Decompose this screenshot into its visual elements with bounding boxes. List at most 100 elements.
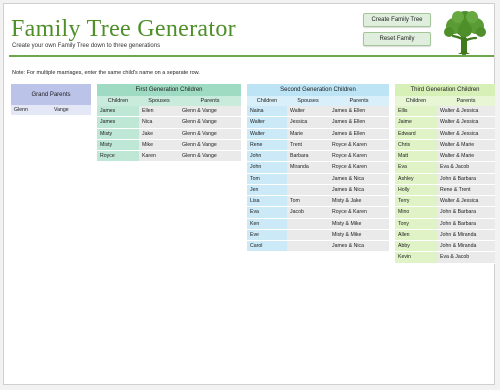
table-cell[interactable]: Trent xyxy=(287,139,329,151)
title-divider xyxy=(9,55,494,57)
table-cell[interactable]: Terry xyxy=(395,196,437,208)
table-cell[interactable]: Walter xyxy=(247,117,287,129)
grand-parent-cell[interactable]: Glenn xyxy=(11,105,51,116)
table-cell[interactable]: Naina xyxy=(247,106,287,118)
table-cell[interactable]: Tom xyxy=(287,196,329,208)
table-cell[interactable]: Glenn & Vange xyxy=(179,106,241,118)
table-cell[interactable]: Walter xyxy=(287,106,329,118)
table-cell[interactable]: James & Ellen xyxy=(329,106,389,118)
table-cell[interactable]: Karen xyxy=(139,151,179,163)
table-cell[interactable]: Mike xyxy=(139,139,179,151)
table-cell[interactable]: Rene xyxy=(247,139,287,151)
table-cell[interactable] xyxy=(287,229,329,241)
table-cell[interactable] xyxy=(287,184,329,196)
table-cell[interactable]: Walter & Jessica xyxy=(437,106,495,118)
column-header-spouses: Spouses xyxy=(139,96,179,106)
table-cell[interactable] xyxy=(287,218,329,230)
table-cell[interactable]: Edward xyxy=(395,128,437,140)
table-cell[interactable]: Misty & Mike xyxy=(329,229,389,241)
table-cell[interactable]: Mino xyxy=(395,207,437,219)
table-cell[interactable]: John & Barbara xyxy=(437,207,495,219)
table-cell[interactable]: Glenn & Vange xyxy=(179,151,241,163)
table-cell[interactable]: Glenn & Vange xyxy=(179,117,241,129)
table-cell[interactable]: Tony xyxy=(395,218,437,230)
table-cell[interactable]: Royce xyxy=(97,151,139,163)
table-cell[interactable]: Eve xyxy=(247,229,287,241)
table-cell[interactable]: Glenn & Vange xyxy=(179,128,241,140)
table-cell[interactable]: Royce & Karen xyxy=(329,151,389,163)
table-row: Kevin Eva & Jacob xyxy=(395,252,495,264)
table-cell[interactable]: Ellis xyxy=(395,106,437,118)
table-cell[interactable]: James & Ellen xyxy=(329,117,389,129)
table-cell[interactable]: John & Miranda xyxy=(437,241,495,253)
table-row: Edward Walter & Jessica xyxy=(395,128,495,140)
table-cell[interactable]: Misty & Jake xyxy=(329,196,389,208)
table-cell[interactable]: Abby xyxy=(395,241,437,253)
table-cell[interactable]: John & Barbara xyxy=(437,173,495,185)
table-row: Chris Walter & Marie xyxy=(395,139,495,151)
table-cell[interactable]: Allen xyxy=(395,229,437,241)
table-cell[interactable]: Royce & Karen xyxy=(329,207,389,219)
table-cell[interactable]: Eva xyxy=(247,207,287,219)
table-cell[interactable]: Carol xyxy=(247,241,287,253)
second-generation-table: Second Generation Children Children Spou… xyxy=(247,84,389,253)
table-cell[interactable]: Walter & Jessica xyxy=(437,128,495,140)
table-cell[interactable]: Nica xyxy=(139,117,179,129)
table-cell[interactable]: Eva xyxy=(395,162,437,174)
table-row: Allen John & Miranda xyxy=(395,229,495,241)
table-cell[interactable]: Royce & Karen xyxy=(329,162,389,174)
table-cell[interactable]: Eva & Jacob xyxy=(437,162,495,174)
table-row: Mino John & Barbara xyxy=(395,207,495,219)
table-cell[interactable]: John xyxy=(247,162,287,174)
table-cell[interactable]: James & Nica xyxy=(329,241,389,253)
table-cell[interactable]: Jacob xyxy=(287,207,329,219)
table-cell[interactable]: Marie xyxy=(287,128,329,140)
table-cell[interactable]: Lisa xyxy=(247,196,287,208)
table-cell[interactable]: Ashley xyxy=(395,173,437,185)
table-cell[interactable]: Kevin xyxy=(395,252,437,264)
table-row: Rene Trent Royce & Karen xyxy=(247,139,389,151)
table-cell[interactable]: John xyxy=(247,151,287,163)
table-cell[interactable]: Jake xyxy=(139,128,179,140)
table-cell[interactable]: James & Nica xyxy=(329,173,389,185)
table-cell[interactable]: Miranda xyxy=(287,162,329,174)
table-row: Eva Eva & Jacob xyxy=(395,162,495,174)
table-cell[interactable]: James & Ellen xyxy=(329,128,389,140)
column-header-spouses: Spouses xyxy=(287,96,329,106)
table-cell[interactable]: James xyxy=(97,106,139,118)
create-family-tree-button[interactable]: Create Family Tree xyxy=(363,13,431,27)
table-cell[interactable]: Chris xyxy=(395,139,437,151)
table-cell[interactable]: James xyxy=(97,117,139,129)
table-cell[interactable]: Ken xyxy=(247,218,287,230)
table-row: John Miranda Royce & Karen xyxy=(247,162,389,174)
table-cell[interactable]: Jessica xyxy=(287,117,329,129)
table-cell[interactable]: Walter & Jessica xyxy=(437,196,495,208)
third-generation-table: Third Generation Children Children Paren… xyxy=(395,84,495,264)
table-cell[interactable]: Eva & Jacob xyxy=(437,252,495,264)
table-cell[interactable]: Matt xyxy=(395,151,437,163)
table-cell[interactable]: James & Nica xyxy=(329,184,389,196)
table-cell[interactable]: Barbara xyxy=(287,151,329,163)
column-header-parents: Parents xyxy=(179,96,241,106)
table-cell[interactable]: John & Barbara xyxy=(437,218,495,230)
table-cell[interactable]: Ellen xyxy=(139,106,179,118)
table-cell[interactable]: Misty xyxy=(97,128,139,140)
table-cell[interactable]: Walter & Marie xyxy=(437,139,495,151)
reset-family-button[interactable]: Reset Family xyxy=(363,32,431,46)
table-cell[interactable] xyxy=(287,173,329,185)
table-cell[interactable] xyxy=(287,241,329,253)
table-cell[interactable]: Jen xyxy=(247,184,287,196)
table-cell[interactable]: Rene & Trent xyxy=(437,184,495,196)
table-cell[interactable]: Jaime xyxy=(395,117,437,129)
table-cell[interactable]: Walter xyxy=(247,128,287,140)
table-cell[interactable]: Walter & Marie xyxy=(437,151,495,163)
table-cell[interactable]: Royce & Karen xyxy=(329,139,389,151)
table-cell[interactable]: Holly xyxy=(395,184,437,196)
table-cell[interactable]: John & Miranda xyxy=(437,229,495,241)
table-cell[interactable]: Walter & Jessica xyxy=(437,117,495,129)
table-cell[interactable]: Misty xyxy=(97,139,139,151)
table-cell[interactable]: Glenn & Vange xyxy=(179,139,241,151)
table-cell[interactable]: Misty & Mike xyxy=(329,218,389,230)
table-cell[interactable]: Tom xyxy=(247,173,287,185)
grand-parent-cell[interactable]: Vange xyxy=(51,105,91,116)
